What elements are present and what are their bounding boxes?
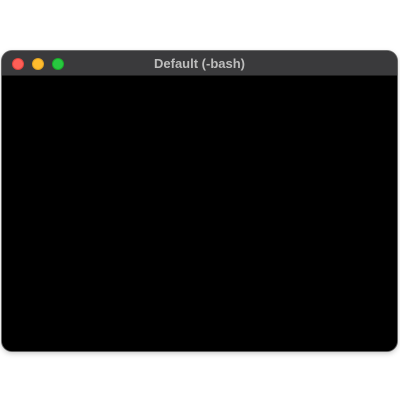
title-bar[interactable]: Default (-bash) [2, 51, 397, 76]
window-title: Default (-bash) [154, 56, 245, 71]
terminal-output-area[interactable] [2, 76, 397, 351]
terminal-window: Default (-bash) [2, 51, 397, 351]
